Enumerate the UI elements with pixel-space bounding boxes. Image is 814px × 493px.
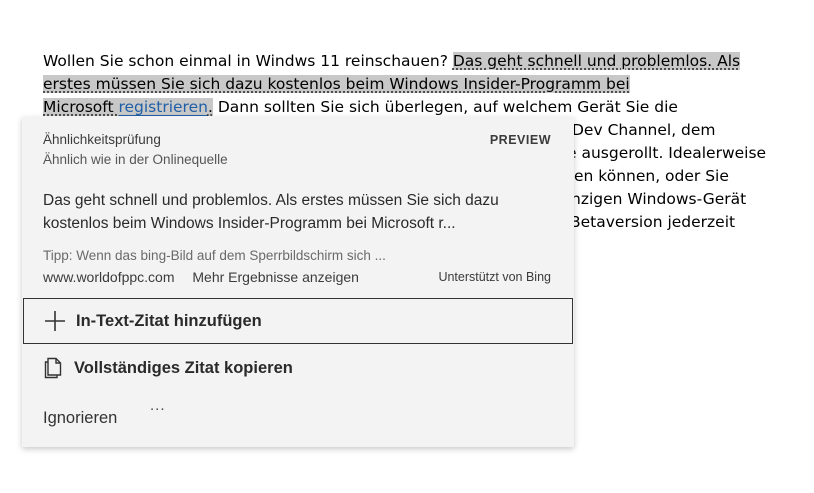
doc-text: nzigen Windows-Gerät: [571, 190, 747, 208]
copy-citation-label: Vollständiges Zitat kopieren: [74, 358, 293, 377]
plus-icon: [42, 308, 68, 334]
doc-text: en können, oder Sie: [574, 167, 729, 185]
highlighted-text[interactable]: Microsoft: [43, 98, 119, 116]
doc-text: e ausgerollt. Idealerweise: [567, 144, 767, 162]
source-excerpt: Das geht schnell und problemlos. Als ers…: [43, 192, 499, 232]
card-title: Ähnlichkeitsprüfung: [43, 132, 161, 147]
registrieren-link[interactable]: registrieren: [118, 98, 208, 116]
source-url-link[interactable]: www.worldofppc.com: [43, 269, 175, 285]
copy-full-citation-button[interactable]: Vollständiges Zitat kopieren: [22, 345, 574, 391]
more-icon[interactable]: ...: [150, 397, 166, 414]
highlighted-text[interactable]: erstes müssen Sie sich dazu kostenlos be…: [43, 75, 630, 93]
doc-text: Dev Channel, dem: [572, 121, 716, 139]
doc-text: Betaversion jederzeit: [570, 213, 736, 231]
copy-icon: [41, 355, 67, 381]
source-tip: Tipp: Wenn das bing-Bild auf dem Sperrbi…: [43, 248, 386, 263]
doc-line-3: Microsoft registrieren. Dann sollten Sie…: [43, 96, 793, 119]
source-row: www.worldofppc.com Mehr Ergebnisse anzei…: [43, 269, 551, 287]
add-in-text-citation-button[interactable]: In-Text-Zitat hinzufügen: [23, 298, 573, 344]
preview-badge: PREVIEW: [489, 133, 551, 147]
ignore-button[interactable]: Ignorieren: [43, 409, 117, 428]
similarity-check-card: Ähnlichkeitsprüfung Ähnlich wie in der O…: [22, 117, 574, 447]
highlighted-text[interactable]: Das geht schnell und problemlos. Als: [452, 52, 741, 70]
doc-line-1: Wollen Sie schon einmal in Windws 11 rei…: [43, 50, 793, 73]
doc-text: Wollen Sie schon einmal in Windws 11 rei…: [43, 52, 453, 70]
add-citation-label: In-Text-Zitat hinzufügen: [76, 311, 262, 330]
doc-line-2: erstes müssen Sie sich dazu kostenlos be…: [43, 73, 793, 96]
doc-text: Dann sollten Sie sich überlegen, auf wel…: [212, 98, 678, 116]
powered-by-bing: Unterstützt von Bing: [438, 270, 551, 284]
card-subtitle: Ähnlich wie in der Onlinequelle: [43, 152, 228, 167]
more-results-link[interactable]: Mehr Ergebnisse anzeigen: [192, 269, 359, 285]
